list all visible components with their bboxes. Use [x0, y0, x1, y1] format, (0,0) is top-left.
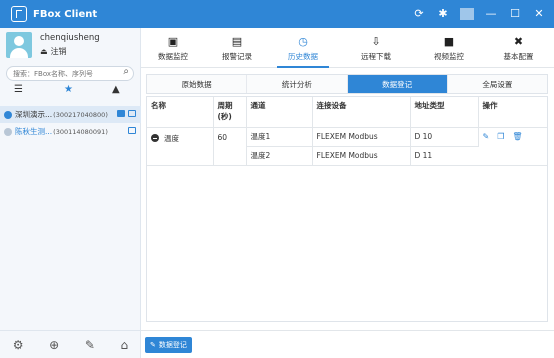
table-row[interactable]: 温度 60 温度1 FLEXEM Modbus D 10 ✎ ❐ 🗑 [147, 127, 547, 166]
register-label: 数据登记 [158, 341, 187, 349]
nav-label: 视频监控 [434, 51, 464, 61]
device-serial: (300217040800) [53, 110, 108, 119]
avatar[interactable] [6, 32, 32, 58]
delete-icon[interactable]: 🗑 [512, 132, 522, 141]
wrench-icon[interactable]: ✎ [85, 338, 95, 352]
tab-statistics[interactable]: 统计分析 [247, 75, 348, 93]
title-bar: FBox Client ⟳ ✱ — ☐ ✕ [0, 0, 554, 28]
top-nav: ▣ 数据监控 ▤ 报警记录 ◷ 历史数据 ⇩ 远程下载 ■ 视频监控 ✖ 基本配… [141, 28, 554, 68]
settings-gear-icon[interactable]: ⚙ [13, 338, 24, 352]
window-controls: ⟳ ✱ — ☐ ✕ [412, 0, 546, 28]
collapse-icon[interactable] [151, 134, 159, 142]
col-address-type: 地址类型 [410, 97, 479, 128]
close-icon[interactable]: ✕ [532, 0, 546, 28]
device-serial: (300114080091) [53, 127, 108, 136]
address-cell: D 10 [410, 127, 479, 147]
device-icons [128, 127, 136, 134]
monitor-icon: ▣ [167, 34, 179, 48]
search-icon[interactable]: ⌕ [123, 66, 129, 77]
tab-raw-data[interactable]: 原始数据 [147, 75, 248, 93]
col-device: 连接设备 [312, 97, 411, 128]
search-box: ⌕ [6, 66, 134, 81]
nav-label: 数据监控 [158, 51, 188, 61]
device-item[interactable]: 陈秋生测... (300114080091) [0, 123, 141, 140]
remote-icon[interactable] [128, 127, 136, 134]
nav-history-data[interactable]: ◷ 历史数据 [269, 28, 337, 68]
device-name: 陈秋生测... [15, 127, 53, 136]
group-cell: 温度 [147, 127, 214, 166]
home-icon[interactable]: ⌂ [121, 338, 129, 352]
offline-status-icon [4, 127, 12, 136]
address-cell: D 11 [410, 146, 478, 166]
device-list: 深圳演示... (300217040800) 陈秋生测... (30011408… [0, 106, 141, 140]
col-channel: 通道 [246, 97, 313, 128]
tools-icon: ✖ [513, 34, 524, 48]
maximize-icon[interactable]: ☐ [508, 0, 522, 28]
device-name: 深圳演示... [15, 110, 53, 119]
nav-label: 基本配置 [503, 51, 534, 61]
divider [460, 8, 474, 20]
sidebar: chenqiusheng ⏏ 注销 ⌕ ☰ ★ ▲ 深圳演示... (30021… [0, 28, 141, 358]
nav-video-monitor[interactable]: ■ 视频监控 [415, 28, 483, 68]
col-period: 周期(秒) [213, 97, 247, 128]
col-actions: 操作 [478, 97, 547, 128]
online-status-icon [4, 110, 12, 119]
app-title: FBox Client [33, 8, 98, 20]
warning-icon[interactable]: ▲ [112, 84, 120, 95]
add-circle-icon[interactable]: ⊕ [49, 338, 59, 352]
sidebar-toolbar: ☰ ★ ▲ [0, 84, 141, 98]
refresh-icon[interactable]: ⟳ [412, 0, 426, 28]
search-input[interactable] [7, 67, 107, 80]
edit-icon: ✎ [150, 341, 156, 349]
settings-gear-icon[interactable]: ✱ [436, 0, 450, 28]
col-name: 名称 [147, 97, 214, 128]
sidebar-footer: ⚙ ⊕ ✎ ⌂ [0, 330, 141, 358]
period-cell: 60 [213, 127, 247, 166]
device-cell: FLEXEM Modbus [312, 127, 411, 147]
tab-global-settings[interactable]: 全局设置 [447, 75, 547, 93]
history-clock-icon: ◷ [298, 34, 308, 48]
fbox-logo-icon [11, 6, 27, 22]
logout-icon: ⏏ [40, 47, 48, 56]
main-footer: ✎ 数据登记 [141, 330, 554, 358]
main-panel: ▣ 数据监控 ▤ 报警记录 ◷ 历史数据 ⇩ 远程下载 ■ 视频监控 ✖ 基本配… [141, 28, 554, 358]
logout-button[interactable]: ⏏ 注销 [40, 46, 67, 57]
device-item[interactable]: 深圳演示... (300217040800) [0, 106, 141, 123]
alarm-list-icon: ▤ [231, 34, 243, 48]
favorite-star-icon[interactable]: ★ [64, 84, 73, 95]
group-name: 温度 [164, 133, 179, 143]
copy-icon[interactable]: ❐ [497, 132, 504, 141]
username: chenqiusheng [40, 33, 100, 43]
remote-icon[interactable] [128, 110, 136, 117]
download-icon: ⇩ [371, 34, 381, 48]
table-header-row: 名称 周期(秒) 通道 连接设备 地址类型 操作 [147, 97, 547, 128]
nav-data-monitor[interactable]: ▣ 数据监控 [141, 28, 205, 68]
nav-remote-download[interactable]: ⇩ 远程下载 [337, 28, 415, 68]
data-register-button[interactable]: ✎ 数据登记 [145, 337, 192, 353]
nav-alarm-records[interactable]: ▤ 报警记录 [205, 28, 269, 68]
nav-label: 远程下载 [361, 51, 391, 61]
minimize-icon[interactable]: — [484, 0, 498, 28]
actions-cell: ✎ ❐ 🗑 [478, 127, 547, 166]
nav-label: 报警记录 [222, 51, 252, 61]
logout-label: 注销 [50, 47, 67, 56]
video-icon[interactable] [117, 110, 125, 117]
sub-tabs: 原始数据 统计分析 数据登记 全局设置 [146, 74, 548, 94]
list-view-icon[interactable]: ☰ [14, 84, 23, 95]
user-panel: chenqiusheng ⏏ 注销 [0, 28, 141, 64]
nav-label: 历史数据 [288, 51, 318, 61]
data-register-table: 名称 周期(秒) 通道 连接设备 地址类型 操作 温度 60 温度1 FLEXE… [146, 96, 548, 322]
device-cell: FLEXEM Modbus [312, 146, 411, 166]
channel-cell: 温度1 [246, 127, 313, 147]
edit-icon[interactable]: ✎ [483, 132, 490, 141]
tab-data-register[interactable]: 数据登记 [347, 75, 448, 93]
video-camera-icon: ■ [443, 34, 455, 48]
device-icons [117, 110, 136, 117]
nav-basic-config[interactable]: ✖ 基本配置 [483, 28, 554, 68]
channel-cell: 温度2 [246, 146, 313, 166]
